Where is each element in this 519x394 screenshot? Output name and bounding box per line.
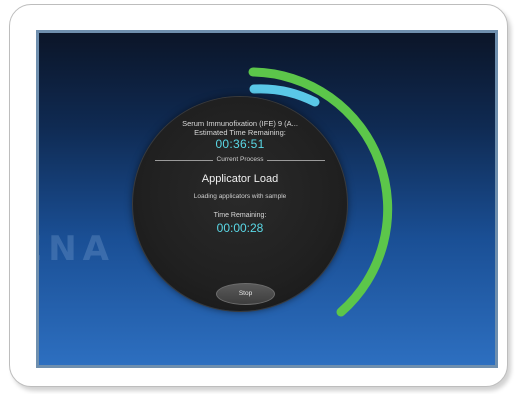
time-remaining-label: Time Remaining: (213, 212, 267, 219)
time-remaining-value: 00:00:28 (216, 221, 264, 235)
job-name: Serum Immunofixation (IFE) 9 (A... (182, 119, 298, 128)
estimated-time-value: 00:36:51 (215, 137, 265, 151)
current-process-divider: Current Process (155, 156, 325, 163)
process-description: Loading applicators with sample (193, 193, 287, 200)
status-dial: Serum Immunofixation (IFE) 9 (A... Estim… (133, 97, 347, 311)
divider-line-right (267, 160, 325, 161)
stop-button[interactable]: Stop (216, 283, 275, 305)
estimated-time-label: Estimated Time Remaining: (194, 128, 286, 137)
process-name: Applicator Load (201, 173, 279, 185)
instrument-screen: ENA ATORI Serum Immunofixation (IFE) 9 (… (36, 30, 498, 368)
